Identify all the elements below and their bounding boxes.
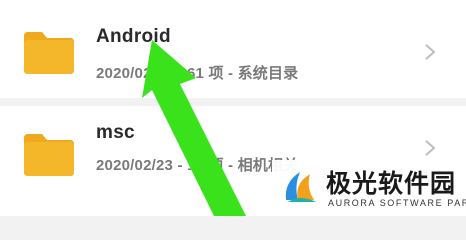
watermark-subtitle: AURORA SOFTWARE PARK [328,198,466,208]
file-meta: 2020/02/23 - 61 项 - 系统目录 [96,65,299,82]
file-manager-screen: Android 2020/02/23 - 61 项 - 系统目录 msc 202… [0,0,466,216]
folder-icon [22,30,76,76]
list-item-android[interactable]: Android 2020/02/23 - 61 项 - 系统目录 [0,4,466,96]
file-meta: 2020/02/23 - 12 项 - 相机相关 [96,157,299,174]
file-name: Android [96,26,171,47]
folder-icon [22,132,76,178]
aurora-logo [280,166,320,206]
file-name: msc [96,122,135,143]
watermark-title: 极光软件园 [326,169,457,198]
chevron-right-icon [424,140,436,156]
watermark: 极光软件园 AURORA SOFTWARE PARK [272,160,466,216]
chevron-right-icon [424,44,436,60]
